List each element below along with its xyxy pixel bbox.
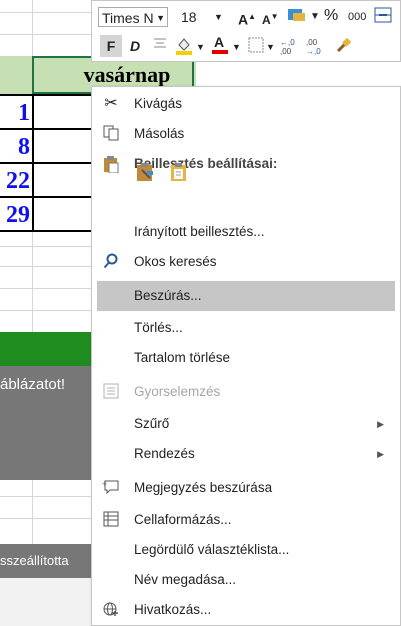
format-cells-icon <box>102 511 120 529</box>
decrease-decimal-button[interactable]: ,00 →,0 <box>306 37 328 57</box>
menu-item-hyperlink[interactable]: Hivatkozás... <box>92 595 400 625</box>
date-cell: 29 <box>6 202 30 228</box>
format-painter-icon[interactable] <box>334 37 352 60</box>
menu-item-delete[interactable]: Törlés... <box>92 313 400 343</box>
date-cell: 1 <box>18 100 30 126</box>
copy-icon <box>102 125 120 143</box>
chevron-down-icon: ▼ <box>156 13 165 23</box>
svg-text:,00: ,00 <box>306 38 318 47</box>
comment-icon: + <box>102 479 120 497</box>
merge-cells-icon[interactable] <box>374 7 392 28</box>
green-banner-cell[interactable] <box>0 332 100 366</box>
menu-item-clear-contents[interactable]: Tartalom törlése <box>92 343 400 373</box>
menu-item-define-name[interactable]: Név megadása... <box>92 565 400 595</box>
borders-icon[interactable] <box>248 37 264 58</box>
menu-item-label: Legördülő választéklista... <box>134 542 290 557</box>
search-icon <box>102 253 120 271</box>
submenu-arrow-icon: ▶ <box>377 419 384 429</box>
menu-item-sort[interactable]: Rendezés ▶ <box>92 439 400 469</box>
chevron-down-icon[interactable]: ▼ <box>196 37 205 57</box>
paste-icon <box>102 155 120 174</box>
font-size-select[interactable]: 18 ▼ <box>178 7 234 27</box>
number-format-icon[interactable] <box>286 7 308 28</box>
font-size-value: 18 <box>181 9 197 25</box>
menu-item-label: Kivágás <box>134 96 183 111</box>
menu-item-label: Rendezés <box>134 446 195 461</box>
date-cell: 8 <box>18 134 30 160</box>
menu-item-insert[interactable]: Beszúrás... <box>97 281 395 311</box>
svg-text:+: + <box>102 479 107 489</box>
menu-item-label: Gyorselemzés <box>134 384 221 399</box>
menu-item-filter[interactable]: Szűrő ▶ <box>92 409 400 439</box>
menu-item-label: Törlés... <box>134 320 183 335</box>
menu-item-label: Beszúrás... <box>134 288 202 303</box>
menu-item-label: Hivatkozás... <box>134 602 212 617</box>
quick-analysis-icon <box>102 383 120 401</box>
fill-color-icon[interactable] <box>174 35 194 60</box>
mini-toolbar: Times N ▼ 18 ▼ A▲ A▼ ▼ % 000 F D ▼ A ▼ ▼… <box>91 0 401 62</box>
percent-button[interactable]: % <box>324 6 338 26</box>
grow-font-button[interactable]: A▲ <box>238 7 256 30</box>
paste-formatting-icon[interactable] <box>134 161 156 186</box>
chevron-down-icon[interactable]: ▼ <box>232 37 241 57</box>
chevron-down-icon[interactable]: ▼ <box>266 37 275 57</box>
italic-button[interactable]: D <box>130 35 140 57</box>
bold-button[interactable]: F <box>100 35 122 57</box>
menu-item-label: Okos keresés <box>134 254 217 269</box>
font-color-icon[interactable]: A <box>210 33 230 60</box>
menu-item-label: Tartalom törlése <box>134 350 231 365</box>
context-menu: ✂ Kivágás Másolás Beillesztés beállítása… <box>91 86 401 626</box>
svg-text:←,0: ←,0 <box>280 38 295 47</box>
gray-message-cell[interactable]: áblázatot! <box>0 366 100 480</box>
chevron-down-icon[interactable]: ▼ <box>310 7 320 27</box>
svg-text:,00: ,00 <box>280 47 292 55</box>
menu-item-smart-lookup[interactable]: Okos keresés <box>92 247 400 277</box>
submenu-arrow-icon: ▶ <box>377 449 384 459</box>
menu-item-format-cells[interactable]: Cellaformázás... <box>92 505 400 535</box>
font-name-select[interactable]: Times N ▼ <box>98 7 168 27</box>
menu-item-paste-special[interactable]: Irányított beillesztés... <box>92 217 400 247</box>
menu-item-label: Másolás <box>134 126 185 141</box>
svg-text:→,0: →,0 <box>306 47 321 55</box>
shrink-font-button[interactable]: A▼ <box>262 7 279 30</box>
scissors-icon: ✂ <box>104 95 118 112</box>
menu-item-dropdown-list[interactable]: Legördülő választéklista... <box>92 535 400 565</box>
increase-decimal-button[interactable]: ←,0,00 <box>280 37 302 57</box>
thousands-separator-button[interactable]: 000 <box>348 7 366 27</box>
align-center-icon[interactable] <box>152 36 168 56</box>
menu-item-label: Irányított beillesztés... <box>134 224 265 239</box>
menu-item-label: Név megadása... <box>134 572 237 587</box>
menu-item-label: Megjegyzés beszúrása <box>134 480 273 495</box>
menu-item-label: Cellaformázás... <box>134 512 232 527</box>
gray-message-text: áblázatot! <box>0 376 66 393</box>
paste-button-icon[interactable] <box>168 161 190 186</box>
menu-item-label: Szűrő <box>134 416 170 431</box>
menu-item-copy[interactable]: Másolás <box>92 119 400 149</box>
svg-text:A: A <box>214 34 224 50</box>
menu-item-insert-comment[interactable]: + Megjegyzés beszúrása <box>92 473 400 503</box>
gray-footer-cell[interactable]: sszeállította <box>0 544 100 578</box>
menu-item-quick-analysis: Gyorselemzés <box>92 377 400 407</box>
hyperlink-icon <box>102 601 120 619</box>
font-name-value: Times N <box>102 10 154 26</box>
date-cell: 22 <box>6 168 30 194</box>
paste-option-buttons <box>134 161 214 185</box>
chevron-down-icon: ▼ <box>214 12 223 22</box>
menu-item-cut[interactable]: ✂ Kivágás <box>92 89 400 119</box>
